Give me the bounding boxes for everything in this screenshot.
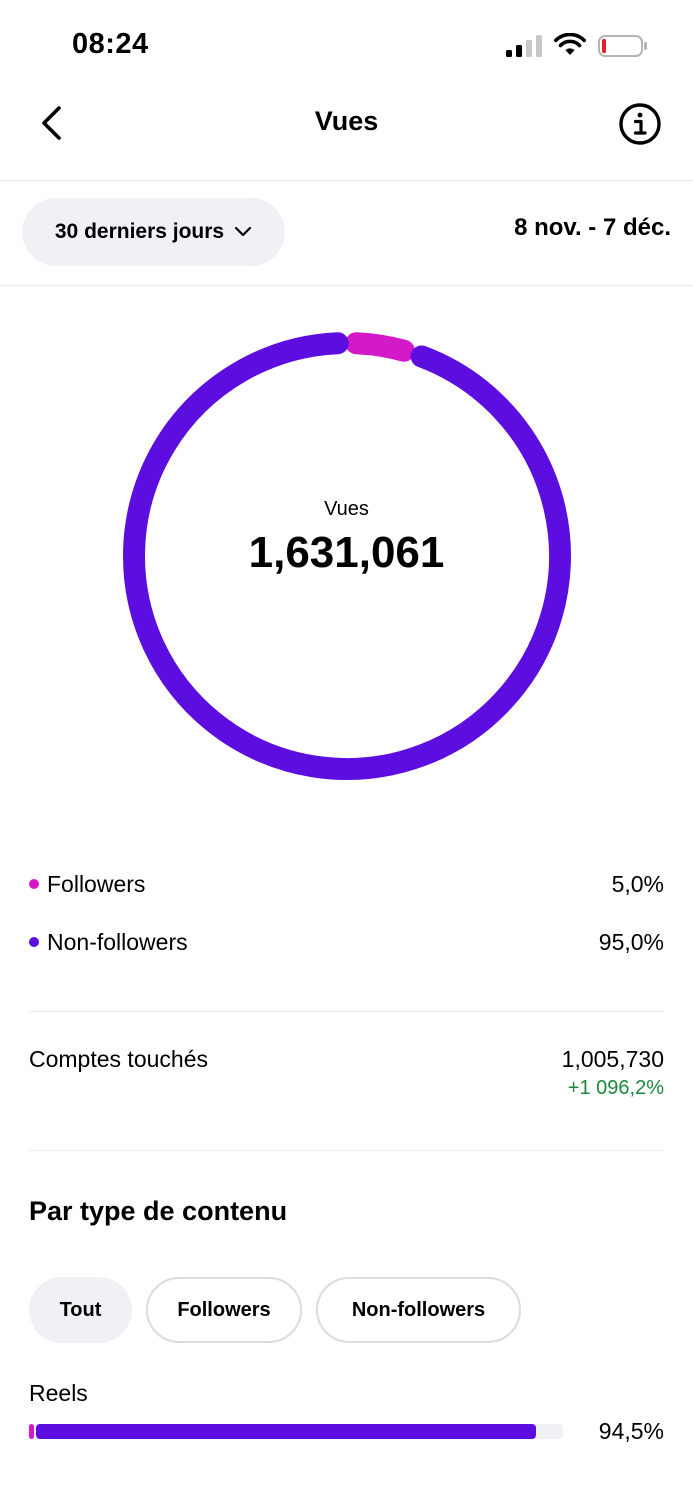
legend-label: Followers xyxy=(47,870,146,897)
content-type-label: Reels xyxy=(29,1380,88,1406)
reels-bar-track xyxy=(29,1424,563,1439)
accounts-reached-label: Comptes touchés xyxy=(29,1046,208,1072)
tab-followers[interactable]: Followers xyxy=(146,1277,302,1343)
section-title: Par type de contenu xyxy=(29,1196,288,1226)
status-time: 08:24 xyxy=(72,28,149,60)
legend-value: 5,0% xyxy=(611,870,664,897)
reels-percent: 94,5% xyxy=(598,1418,664,1444)
followers-dot-icon xyxy=(29,879,39,889)
chevron-down-icon xyxy=(235,226,252,237)
status-bar: 08:24 xyxy=(0,0,693,90)
info-icon[interactable] xyxy=(617,101,663,147)
non-followers-dot-icon xyxy=(29,937,39,947)
reels-bar-non-followers xyxy=(36,1424,536,1439)
date-range-label: 30 derniers jours xyxy=(54,220,225,243)
cellular-signal-icon xyxy=(506,35,542,57)
donut-center-label: Vues xyxy=(324,498,369,520)
accounts-reached-value: 1,005,730 xyxy=(561,1046,664,1072)
battery-low-icon xyxy=(598,35,647,57)
wifi-icon xyxy=(554,33,586,55)
divider xyxy=(29,1011,664,1012)
filter-row: 30 derniers jours 8 nov. - 7 déc. xyxy=(0,181,693,286)
date-range-dropdown[interactable]: 30 derniers jours xyxy=(22,198,285,266)
accounts-reached-change: +1 096,2% xyxy=(567,1077,664,1099)
tab-non-followers[interactable]: Non-followers xyxy=(316,1277,521,1343)
legend-row-followers: Followers 5,0% xyxy=(29,864,664,904)
page-title: Vues xyxy=(314,106,379,136)
legend-label: Non-followers xyxy=(47,928,188,955)
legend-value: 95,0% xyxy=(598,928,664,955)
legend-row-non-followers: Non-followers 95,0% xyxy=(29,922,664,962)
tab-all[interactable]: Tout xyxy=(29,1277,132,1343)
navigation-bar: Vues xyxy=(0,90,693,181)
donut-center-value: 1,631,061 xyxy=(248,528,445,577)
date-range-text: 8 nov. - 7 déc. xyxy=(514,214,671,241)
reels-bar-followers xyxy=(29,1424,35,1439)
divider xyxy=(29,1150,664,1151)
donut-slice-followers xyxy=(345,332,415,362)
